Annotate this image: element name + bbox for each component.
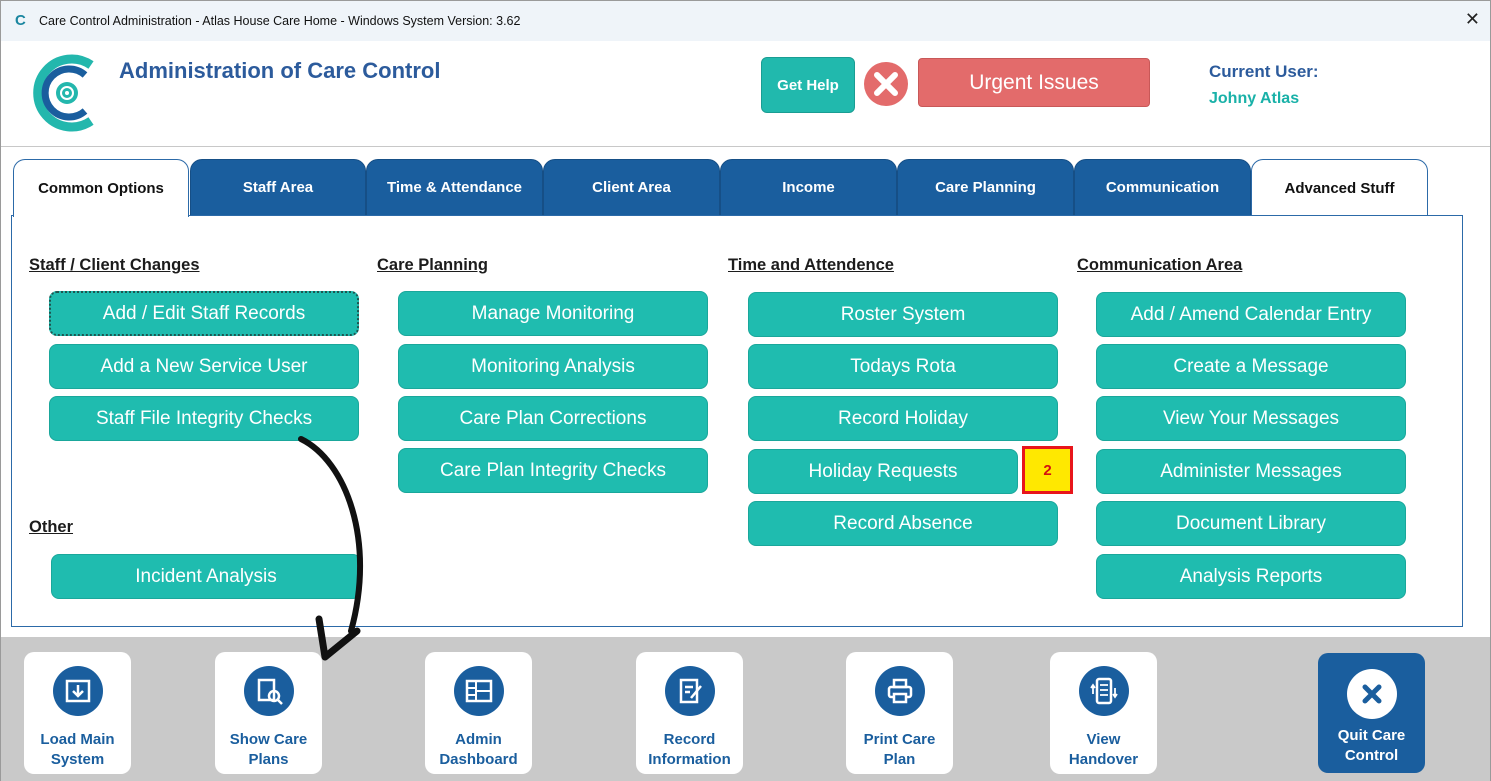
- tile-label-line1: Quit Care: [1337, 727, 1406, 744]
- tab-communication[interactable]: Communication: [1074, 159, 1251, 216]
- add-edit-staff-records-button[interactable]: Add / Edit Staff Records: [49, 291, 359, 336]
- tile-label-line2: Information: [648, 751, 731, 768]
- holiday-requests-count-badge: 2: [1022, 446, 1073, 494]
- view-handover-button[interactable]: View Handover: [1050, 652, 1157, 774]
- tile-label-line1: View: [1086, 731, 1121, 748]
- print-care-plan-button[interactable]: Print Care Plan: [846, 652, 953, 774]
- care-control-logo-icon: [33, 54, 94, 132]
- document-search-icon: [243, 666, 294, 716]
- administer-messages-button[interactable]: Administer Messages: [1096, 449, 1406, 494]
- record-holiday-button[interactable]: Record Holiday: [748, 396, 1058, 441]
- app-small-logo-icon: C: [15, 12, 26, 29]
- tile-label-line2: Control: [1344, 747, 1399, 764]
- tile-label-line2: Plans: [248, 751, 289, 768]
- quit-care-control-button[interactable]: Quit Care Control: [1318, 653, 1425, 773]
- section-title-time-attendance: Time and Attendence: [728, 256, 894, 274]
- tab-time-attendance[interactable]: Time & Attendance: [366, 159, 543, 216]
- edit-document-icon: [664, 666, 715, 716]
- tile-label-line2: Plan: [883, 751, 916, 768]
- get-help-button[interactable]: Get Help: [761, 57, 855, 113]
- tile-label-line1: Admin: [455, 731, 502, 748]
- staff-file-integrity-checks-button[interactable]: Staff File Integrity Checks: [49, 396, 359, 441]
- todays-rota-button[interactable]: Todays Rota: [748, 344, 1058, 389]
- tile-label-line1: Load Main: [40, 731, 115, 748]
- add-amend-calendar-entry-button[interactable]: Add / Amend Calendar Entry: [1096, 292, 1406, 337]
- urgent-issues-button[interactable]: Urgent Issues: [918, 58, 1150, 107]
- window-close-button[interactable]: ✕: [1465, 9, 1480, 30]
- roster-system-button[interactable]: Roster System: [748, 292, 1058, 337]
- record-information-button[interactable]: Record Information: [636, 652, 743, 774]
- tile-label-line1: Record: [663, 731, 716, 748]
- admin-dashboard-button[interactable]: Admin Dashboard: [425, 652, 532, 774]
- close-red-icon[interactable]: [863, 61, 909, 107]
- analysis-reports-button[interactable]: Analysis Reports: [1096, 554, 1406, 599]
- tile-label-line2: System: [50, 751, 105, 768]
- holiday-requests-button[interactable]: Holiday Requests: [748, 449, 1018, 494]
- tile-label-line2: Dashboard: [439, 751, 518, 768]
- tab-advanced-stuff[interactable]: Advanced Stuff: [1251, 159, 1428, 216]
- close-circle-icon: [1346, 669, 1397, 719]
- current-user-name: Johny Atlas: [1209, 90, 1300, 107]
- download-tray-icon: [52, 666, 103, 716]
- show-care-plans-button[interactable]: Show Care Plans: [215, 652, 322, 774]
- tab-common-options[interactable]: Common Options: [13, 159, 189, 217]
- app-title: Administration of Care Control: [119, 58, 441, 83]
- tab-staff-area[interactable]: Staff Area: [190, 159, 366, 216]
- record-absence-button[interactable]: Record Absence: [748, 501, 1058, 546]
- tile-label-line1: Show Care: [229, 731, 308, 748]
- tile-label-line1: Print Care: [863, 731, 936, 748]
- manage-monitoring-button[interactable]: Manage Monitoring: [398, 291, 708, 336]
- dashboard-icon: [453, 666, 504, 716]
- tab-income[interactable]: Income: [720, 159, 897, 216]
- printer-icon: [874, 666, 925, 716]
- document-library-button[interactable]: Document Library: [1096, 501, 1406, 546]
- handover-list-icon: [1078, 666, 1129, 716]
- header: Administration of Care Control Get Help …: [1, 41, 1490, 147]
- title-bar: C Care Control Administration - Atlas Ho…: [1, 1, 1490, 41]
- view-your-messages-button[interactable]: View Your Messages: [1096, 396, 1406, 441]
- tile-label-line2: Handover: [1068, 751, 1139, 768]
- tab-client-area[interactable]: Client Area: [543, 159, 720, 216]
- section-title-communication: Communication Area: [1077, 256, 1243, 274]
- app-window: C Care Control Administration - Atlas Ho…: [0, 0, 1491, 781]
- incident-analysis-button[interactable]: Incident Analysis: [51, 554, 361, 599]
- window-title: Care Control Administration - Atlas Hous…: [39, 14, 521, 28]
- monitoring-analysis-button[interactable]: Monitoring Analysis: [398, 344, 708, 389]
- load-main-system-button[interactable]: Load Main System: [24, 652, 131, 774]
- care-plan-integrity-checks-button[interactable]: Care Plan Integrity Checks: [398, 448, 708, 493]
- section-title-other: Other: [29, 518, 74, 536]
- create-message-button[interactable]: Create a Message: [1096, 344, 1406, 389]
- section-title-staff-client: Staff / Client Changes: [29, 256, 200, 274]
- current-user-label: Current User:: [1209, 62, 1319, 81]
- tab-care-planning[interactable]: Care Planning: [897, 159, 1074, 216]
- care-plan-corrections-button[interactable]: Care Plan Corrections: [398, 396, 708, 441]
- add-new-service-user-button[interactable]: Add a New Service User: [49, 344, 359, 389]
- section-title-care-planning: Care Planning: [377, 256, 488, 274]
